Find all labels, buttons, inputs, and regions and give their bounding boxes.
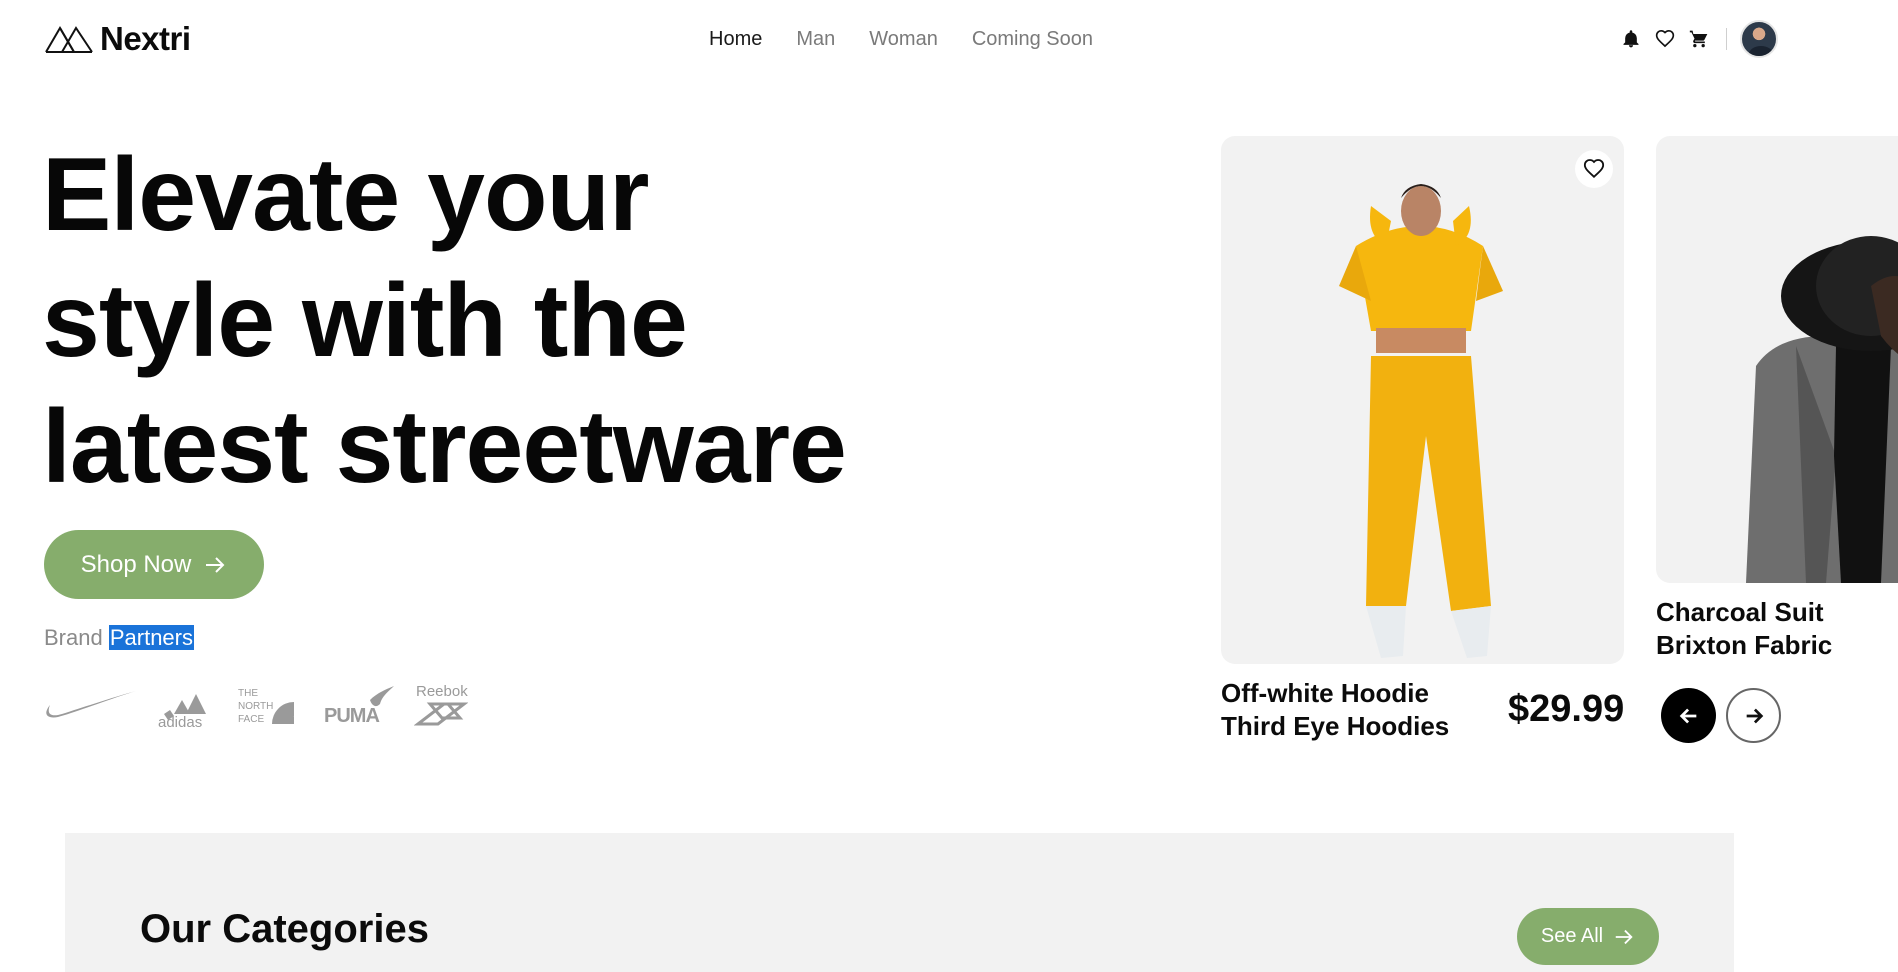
top-header: Nextri Home Man Woman Coming Soon (0, 0, 1898, 80)
main-nav: Home Man Woman Coming Soon (709, 28, 1093, 51)
svg-text:NORTH: NORTH (238, 701, 273, 712)
nike-swoosh-icon (46, 691, 137, 718)
product-name-line2: Brixton Fabric (1656, 630, 1833, 660)
nike-logo (44, 687, 138, 721)
svg-text:Reebok: Reebok (416, 683, 468, 700)
nav-woman[interactable]: Woman (869, 28, 938, 51)
nav-man[interactable]: Man (796, 28, 835, 51)
svg-text:THE: THE (238, 688, 258, 699)
arrow-right-icon (1615, 929, 1633, 944)
heart-icon (1583, 159, 1605, 179)
product-name-line1: Off-white Hoodie (1221, 678, 1429, 708)
product-price: $29.99 (1508, 688, 1625, 730)
hero-title-line3: latest streetware (42, 389, 847, 505)
hero-title-line2: style with the (42, 263, 688, 379)
arrow-right-icon (206, 556, 225, 573)
header-divider (1726, 28, 1727, 50)
cart-button[interactable] (1682, 22, 1716, 56)
brand-label-prefix: Brand (44, 625, 103, 650)
see-all-button[interactable]: See All (1517, 908, 1659, 965)
brand-label-highlight: Partners (108, 625, 194, 650)
svg-text:PUMA: PUMA (324, 705, 379, 726)
shop-now-button[interactable]: Shop Now (44, 530, 264, 599)
categories-title: Our Categories (140, 907, 429, 951)
categories-section: Our Categories See All (65, 833, 1734, 972)
see-all-label: See All (1540, 925, 1604, 947)
adidas-logo-text: adidas (158, 714, 202, 728)
notifications-button[interactable] (1614, 22, 1648, 56)
avatar[interactable] (1740, 20, 1778, 58)
product-image-suit[interactable] (1656, 136, 1898, 583)
carousel-next-button[interactable] (1726, 688, 1781, 743)
puma-logo: PUMA (324, 682, 396, 726)
shop-now-label: Shop Now (80, 550, 192, 578)
arrow-left-icon (1679, 708, 1696, 723)
north-face-logo: THE NORTH FACE (236, 682, 306, 726)
bell-icon (1623, 30, 1639, 48)
mountain-logo-icon (45, 26, 93, 53)
reebok-logo: Reebok (414, 680, 468, 728)
hero-title: Elevate your style with the latest stree… (42, 132, 862, 510)
puma-icon: PUMA (324, 686, 394, 726)
arrow-right-icon (1746, 708, 1763, 723)
svg-text:FACE: FACE (238, 714, 264, 725)
logo-text: Nextri (100, 20, 191, 57)
brand-partners-label: Brand Partners (44, 625, 194, 651)
hero-title-line1: Elevate your (42, 137, 650, 253)
product-name-hoodie[interactable]: Off-white Hoodie Third Eye Hoodies (1221, 677, 1449, 743)
product-image-hoodie[interactable] (1221, 136, 1624, 664)
carousel-prev-button[interactable] (1661, 688, 1716, 743)
header-actions (1614, 20, 1778, 58)
favorite-button[interactable] (1575, 150, 1613, 188)
brand-logos: adidas THE NORTH FACE PUMA Reebok (44, 680, 468, 728)
product-name-line2: Third Eye Hoodies (1221, 711, 1450, 741)
product-name-line1: Charcoal Suit (1656, 597, 1824, 627)
suit-model-image (1746, 236, 1898, 583)
adidas-logo: adidas (156, 680, 218, 728)
adidas-stripes-icon: adidas (158, 694, 206, 728)
nav-coming-soon[interactable]: Coming Soon (972, 28, 1093, 51)
nav-home[interactable]: Home (709, 28, 762, 51)
heart-icon (1655, 29, 1675, 48)
product-name-suit[interactable]: Charcoal Suit Brixton Fabric (1656, 596, 1832, 662)
hoodie-model-image (1339, 184, 1503, 658)
wishlist-button[interactable] (1648, 22, 1682, 56)
reebok-icon: Reebok (414, 683, 468, 726)
logo[interactable]: Nextri (44, 20, 191, 58)
north-face-icon: THE NORTH FACE (238, 688, 294, 725)
cart-icon (1689, 30, 1708, 48)
